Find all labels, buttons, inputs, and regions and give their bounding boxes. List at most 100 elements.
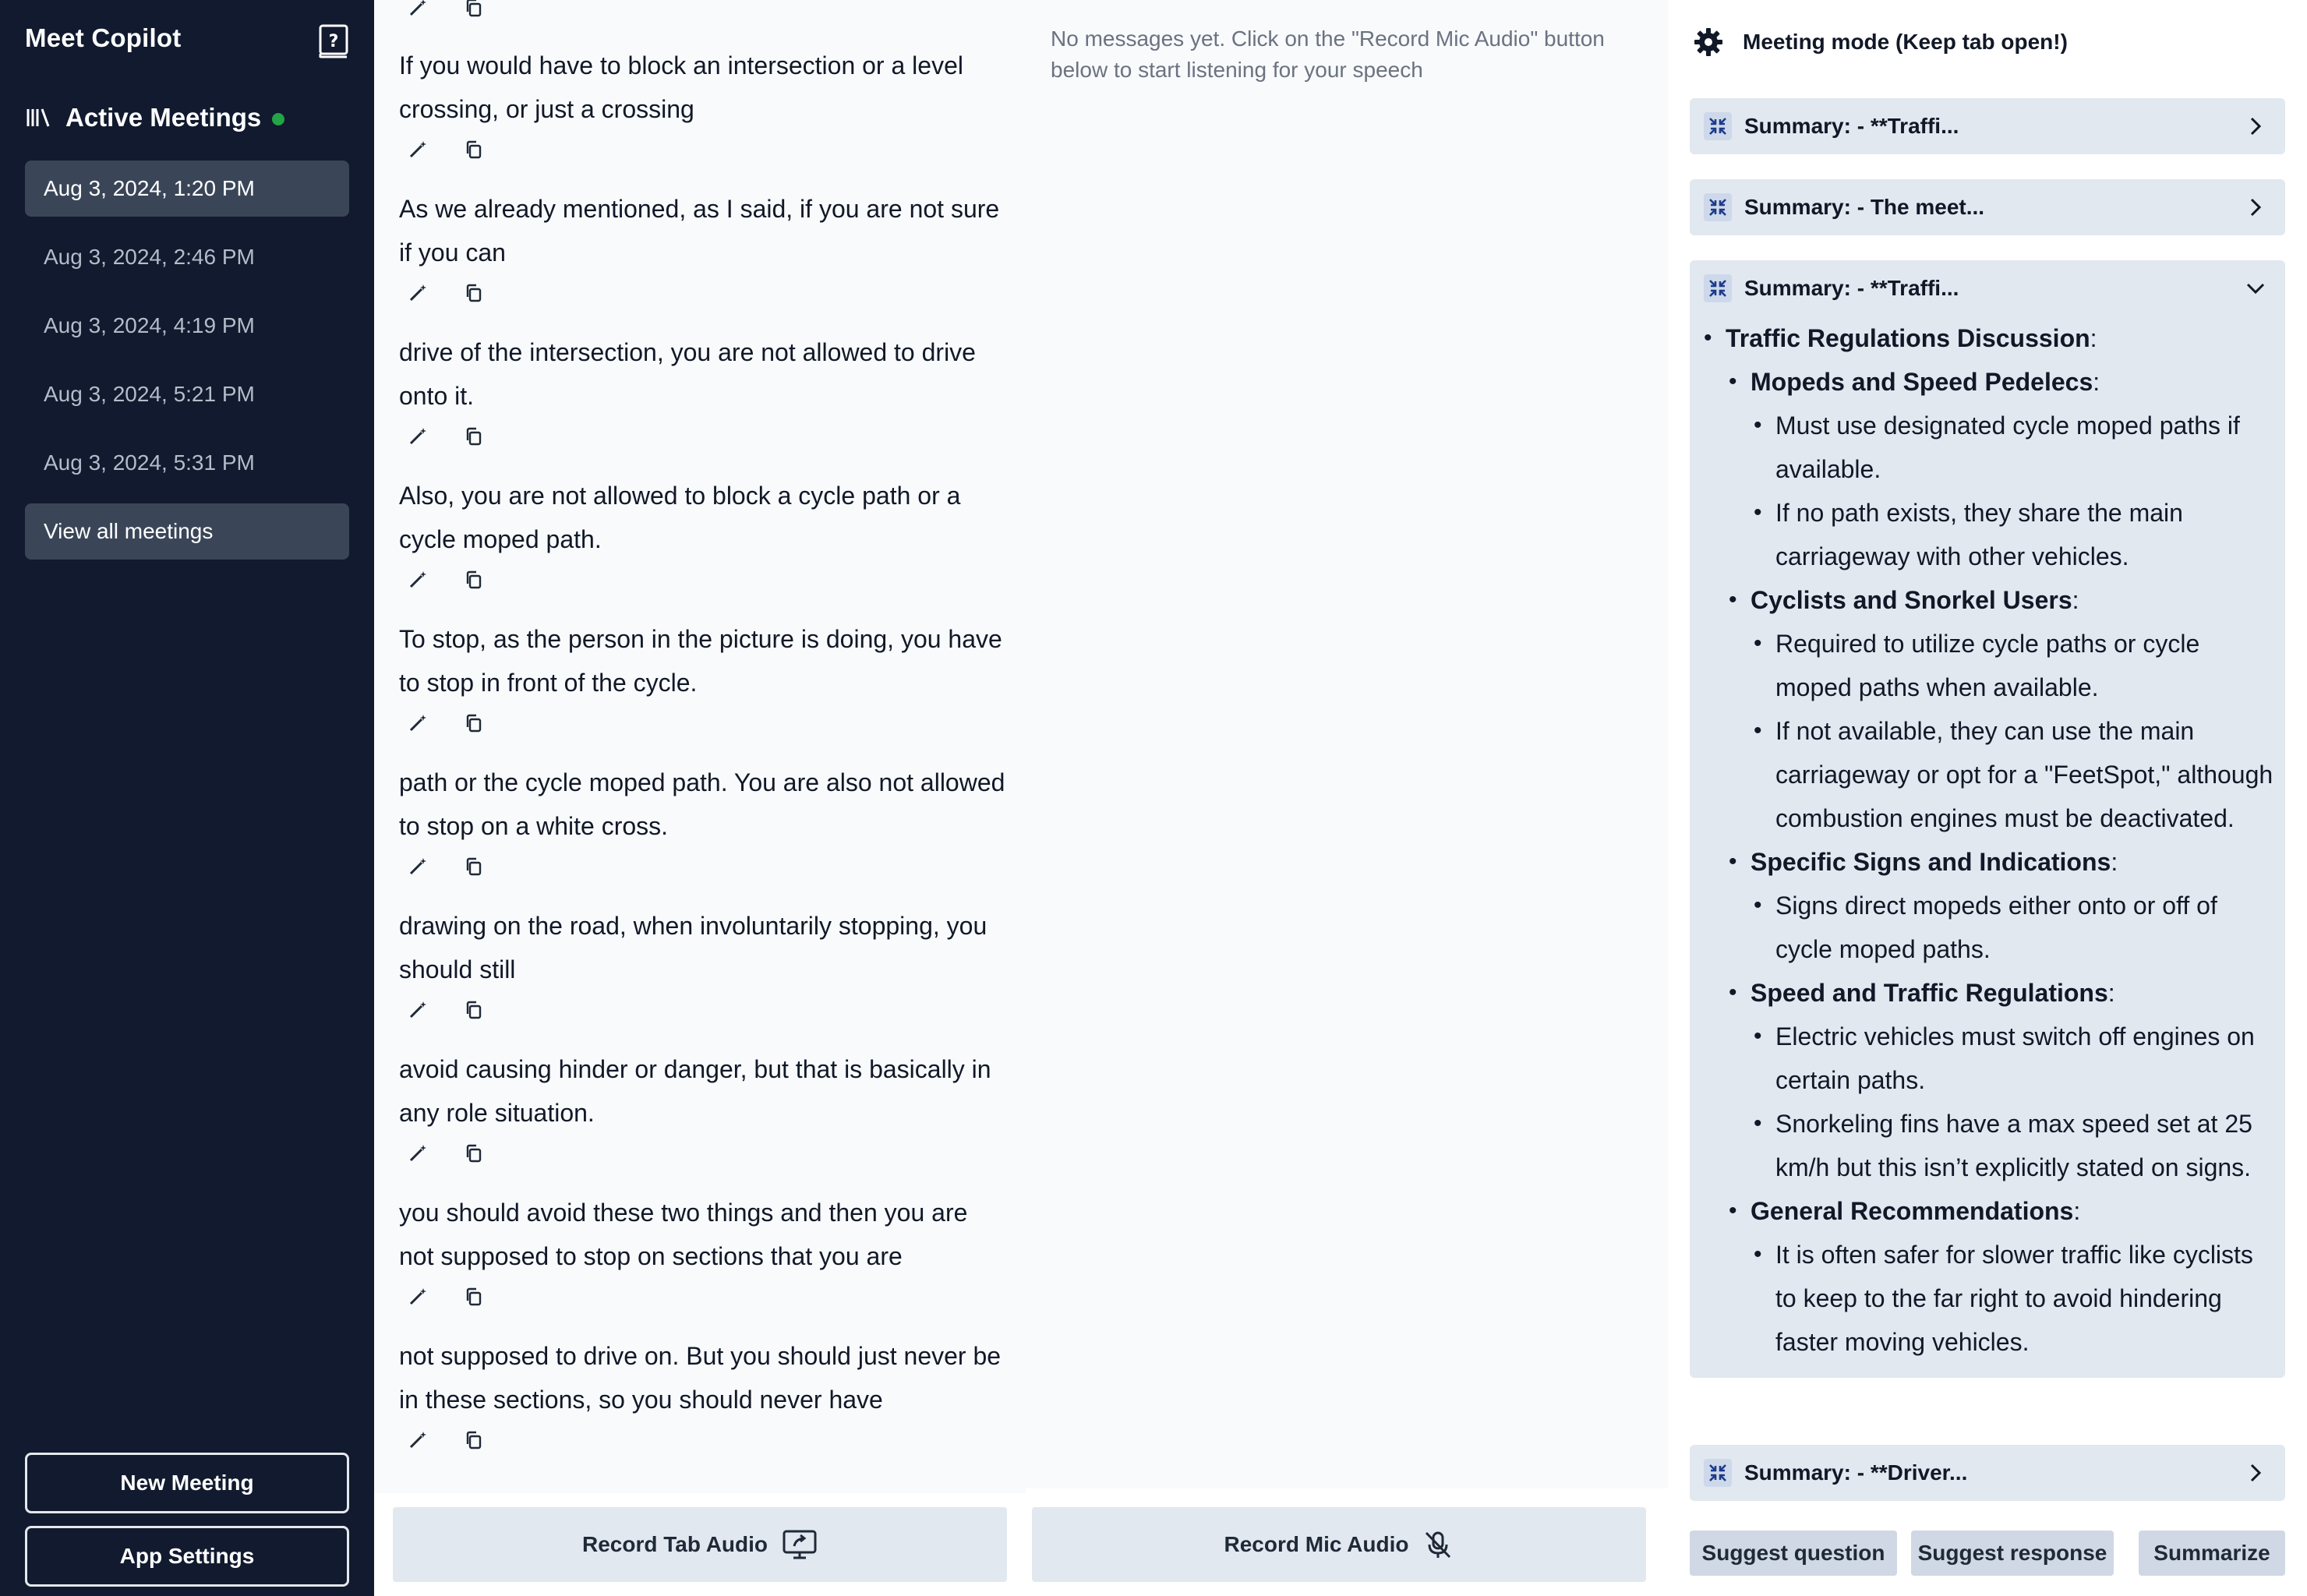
summarize-button[interactable]: Summarize	[2139, 1531, 2285, 1576]
transcript-entry-text: avoid causing hinder or danger, but that…	[399, 1055, 991, 1127]
summary-section: General Recommendations:It is often safe…	[1726, 1189, 2274, 1364]
summary-point: Electric vehicles must switch off engine…	[1751, 1015, 2274, 1102]
transcript-entry-text: Also, you are not allowed to block a cyc…	[399, 482, 961, 553]
summary-title: Summary: - The meet...	[1744, 195, 1985, 219]
transcript-entry-actions	[399, 994, 1007, 1026]
summary-point: It is often safer for slower traffic lik…	[1751, 1233, 2274, 1364]
transcript-entry-text: path or the cycle moped path. You are al…	[399, 768, 1005, 840]
summary-point: Signs direct mopeds either onto or off o…	[1751, 884, 2274, 971]
chevron-right-icon	[2245, 196, 2266, 218]
magic-wand-icon[interactable]	[405, 0, 430, 20]
copy-icon[interactable]	[461, 137, 486, 162]
magic-wand-icon[interactable]	[405, 424, 430, 449]
meeting-mode-label: Meeting mode (Keep tab open!)	[1743, 30, 2068, 54]
transcript-entry: As we already mentioned, as I said, if y…	[399, 187, 1007, 309]
magic-wand-icon[interactable]	[405, 1141, 430, 1166]
collapse-arrows-icon	[1704, 112, 1732, 140]
magic-wand-icon[interactable]	[405, 1284, 430, 1309]
copy-icon[interactable]	[461, 0, 486, 20]
active-meetings-header: Active Meetings	[25, 100, 285, 136]
copy-icon[interactable]	[461, 711, 486, 736]
record-mic-audio-button[interactable]: Record Mic Audio	[1032, 1507, 1646, 1582]
transcript-entry-text: drawing on the road, when involuntarily …	[399, 912, 987, 983]
app-settings-button[interactable]: App Settings	[25, 1526, 349, 1587]
new-meeting-button[interactable]: New Meeting	[25, 1453, 349, 1513]
summary-section: Speed and Traffic Regulations:Electric v…	[1726, 971, 2274, 1189]
transcript-entry-actions-partial	[399, 0, 1007, 23]
copy-icon[interactable]	[461, 1141, 486, 1166]
transcript-entry-text: not supposed to drive on. But you should…	[399, 1342, 1002, 1414]
summary-body: Traffic Regulations Discussion: Mopeds a…	[1690, 316, 2285, 1378]
active-meetings-label: Active Meetings	[65, 103, 262, 132]
chevron-down-icon	[2245, 277, 2266, 299]
magic-wand-icon[interactable]	[405, 1428, 430, 1453]
copy-icon[interactable]	[461, 1428, 486, 1453]
help-book-icon[interactable]: ?	[318, 23, 349, 59]
transcript-entry-actions	[399, 1425, 1007, 1456]
transcript-entry-actions	[399, 421, 1007, 452]
summary-section-heading: General Recommendations	[1751, 1197, 2074, 1225]
summary-section: Mopeds and Speed Pedelecs:Must use desig…	[1726, 360, 2274, 578]
summary-topic: Traffic Regulations Discussion: Mopeds a…	[1701, 316, 2274, 1364]
transcript-entry: drive of the intersection, you are not a…	[399, 330, 1007, 452]
svg-text:?: ?	[329, 32, 339, 51]
transcript-entry: drawing on the road, when involuntarily …	[399, 904, 1007, 1026]
meeting-item[interactable]: Aug 3, 2024, 4:19 PM	[25, 298, 349, 354]
summary-title: Summary: - **Traffi...	[1744, 114, 1959, 138]
transcript-entry-text: drive of the intersection, you are not a…	[399, 338, 976, 410]
meeting-mode-header: Meeting mode (Keep tab open!)	[1693, 25, 2068, 59]
meeting-item[interactable]: Aug 3, 2024, 5:21 PM	[25, 366, 349, 422]
meeting-item[interactable]: Aug 3, 2024, 2:46 PM	[25, 229, 349, 285]
copy-icon[interactable]	[461, 424, 486, 449]
suggest-question-button[interactable]: Suggest question	[1690, 1531, 1897, 1576]
summary-card[interactable]: Summary: - **Traffi...	[1690, 98, 2285, 154]
tab-transcript-panel: If you would have to block an intersecti…	[374, 0, 1026, 1493]
gear-icon[interactable]	[1693, 26, 1724, 58]
transcript-entry-actions	[399, 1138, 1007, 1169]
summary-section-heading: Mopeds and Speed Pedelecs	[1751, 368, 2093, 396]
summary-section-heading: Speed and Traffic Regulations	[1751, 979, 2108, 1007]
record-tab-audio-label: Record Tab Audio	[582, 1532, 768, 1556]
app-title: Meet Copilot	[25, 23, 182, 52]
copilot-panel: Meeting mode (Keep tab open!) Summary: -…	[1668, 0, 2307, 1596]
chevron-right-icon	[2245, 115, 2266, 137]
transcript-entry: If you would have to block an intersecti…	[399, 44, 1007, 165]
summary-section-heading: Specific Signs and Indications	[1751, 848, 2111, 876]
live-status-dot	[272, 113, 285, 125]
magic-wand-icon[interactable]	[405, 281, 430, 305]
meeting-item[interactable]: Aug 3, 2024, 5:31 PM	[25, 435, 349, 491]
transcript-entry: not supposed to drive on. But you should…	[399, 1334, 1007, 1456]
summary-point: If not available, they can use the main …	[1751, 709, 2274, 840]
record-mic-audio-label: Record Mic Audio	[1224, 1532, 1409, 1556]
summary-header[interactable]: Summary: - **Traffi...	[1690, 260, 2285, 316]
library-icon	[25, 104, 51, 131]
summary-section: Cyclists and Snorkel Users:Required to u…	[1726, 578, 2274, 840]
summary-point: Must use designated cycle moped paths if…	[1751, 404, 2274, 491]
summary-card[interactable]: Summary: - The meet...	[1690, 179, 2285, 235]
copy-icon[interactable]	[461, 281, 486, 305]
transcript-entry-actions	[399, 564, 1007, 595]
transcript-entry: Also, you are not allowed to block a cyc…	[399, 474, 1007, 595]
collapse-arrows-icon	[1704, 193, 1732, 221]
suggest-response-button[interactable]: Suggest response	[1911, 1531, 2114, 1576]
transcript-entry-actions	[399, 1281, 1007, 1312]
meeting-item[interactable]: Aug 3, 2024, 1:20 PM	[25, 161, 349, 217]
magic-wand-icon[interactable]	[405, 998, 430, 1022]
copy-icon[interactable]	[461, 998, 486, 1022]
copy-icon[interactable]	[461, 854, 486, 879]
magic-wand-icon[interactable]	[405, 137, 430, 162]
collapse-arrows-icon	[1704, 1459, 1732, 1487]
transcript-entry: avoid causing hinder or danger, but that…	[399, 1047, 1007, 1169]
copy-icon[interactable]	[461, 1284, 486, 1309]
magic-wand-icon[interactable]	[405, 567, 430, 592]
view-all-meetings-button[interactable]: View all meetings	[25, 503, 349, 560]
magic-wand-icon[interactable]	[405, 854, 430, 879]
magic-wand-icon[interactable]	[405, 711, 430, 736]
meeting-list: Aug 3, 2024, 1:20 PM Aug 3, 2024, 2:46 P…	[25, 161, 349, 503]
summary-card[interactable]: Summary: - **Driver...	[1690, 1445, 2285, 1501]
summary-title: Summary: - **Driver...	[1744, 1460, 1968, 1485]
record-tab-audio-button[interactable]: Record Tab Audio	[393, 1507, 1007, 1582]
copy-icon[interactable]	[461, 567, 486, 592]
transcript-entry: path or the cycle moped path. You are al…	[399, 761, 1007, 882]
mic-messages-panel: No messages yet. Click on the "Record Mi…	[1026, 0, 1668, 1488]
